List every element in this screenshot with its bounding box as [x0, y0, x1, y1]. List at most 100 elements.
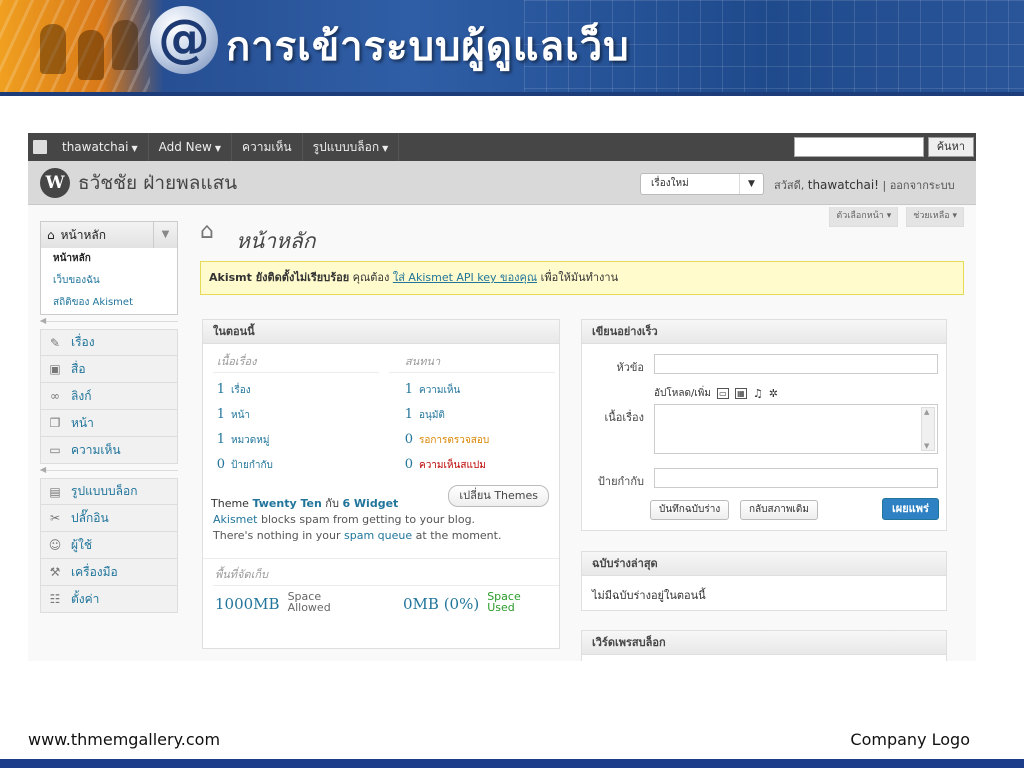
search-button[interactable]: ค้นหา	[927, 137, 974, 157]
stat-pending[interactable]: 0 รอการตรวจสอบ	[395, 432, 490, 448]
menu-separator: ◀	[40, 315, 178, 329]
main-content: ⌂ หน้าหลัก ตัวเลือกหน้า ▾ ช่วยเหลือ ▾ Ak…	[200, 207, 964, 661]
stat-categories[interactable]: 1 หมวดหมู่	[207, 432, 270, 448]
admin-search: ค้นหา	[793, 137, 976, 157]
logout-link[interactable]: | ออกจากระบบ	[883, 179, 955, 192]
right-now-box: ในตอนนี้ เนื้อเรื่อง สนทนา 1 เรื่อง 1 หน้า…	[202, 319, 560, 649]
sidebar-item-pages[interactable]: ❐ หน้า	[40, 410, 178, 437]
chevron-down-icon: ▼	[739, 174, 763, 194]
admin-sidebar: ⌂ หน้าหลัก ▼ หน้าหลัก เว็บของฉัน สถิติขอ…	[40, 221, 178, 613]
sidebar-item-tools[interactable]: ⚒ เครื่องมือ	[40, 559, 178, 586]
sidebar-item-posts[interactable]: ✎ เรื่อง	[40, 329, 178, 356]
people-graphic	[40, 24, 66, 74]
submenu-item-my-sites[interactable]: เว็บของฉัน	[41, 270, 177, 292]
site-name[interactable]: ธวัชชัย ฝ่ายพลแสน	[78, 168, 237, 198]
admin-bar: thawatchai ▼ Add New ▼ ความเห็น รูปแบบบล็อ…	[28, 133, 976, 161]
theme-info: Theme Twenty Ten กับ 6 Widget	[211, 497, 399, 510]
theme-link[interactable]: Twenty Ten	[252, 497, 321, 510]
at-sign-icon: @	[150, 6, 218, 74]
stat-approved[interactable]: 1 อนุมัติ	[395, 407, 445, 423]
submenu-item-akismet-stats[interactable]: สถิติของ Akismet	[41, 292, 177, 314]
plugins-icon: ✂	[49, 511, 61, 525]
upload-insert: อัปโหลด/เพิ่ม ▭ ▦ ♫ ✲	[654, 387, 779, 400]
sidebar-item-appearance[interactable]: ▤ รูปแบบบล็อก	[40, 478, 178, 505]
page-header: ⌂ หน้าหลัก ตัวเลือกหน้า ▾ ช่วยเหลือ ▾	[200, 207, 964, 253]
sidebar-group-admin: ▤ รูปแบบบล็อก ✂ ปลั๊กอิน ☺ ผู้ใช้ ⚒ เครื่องม…	[40, 478, 178, 613]
publish-button[interactable]: เผยแพร่	[882, 498, 939, 520]
username-link[interactable]: thawatchai!	[808, 178, 879, 192]
stat-spam[interactable]: 0 ความเห็นสแปม	[395, 457, 486, 473]
screen-options-tab[interactable]: ตัวเลือกหน้า ▾	[829, 207, 899, 227]
image-icon[interactable]: ▭	[716, 388, 729, 399]
scrollbar[interactable]	[921, 407, 935, 451]
greeting: สวัสดี, thawatchai! | ออกจากระบบ	[774, 178, 955, 192]
drafts-empty-text: ไม่มีฉบับร่างอยู่ในตอนนี้	[592, 589, 706, 602]
content-column-header: เนื้อเรื่อง	[217, 355, 257, 368]
sidebar-item-media[interactable]: ▣ สื่อ	[40, 356, 178, 383]
music-icon[interactable]: ♫	[753, 387, 763, 400]
new-content-select[interactable]: เรื่องใหม่ ▼	[640, 173, 764, 195]
sidebar-item-plugins[interactable]: ✂ ปลั๊กอิน	[40, 505, 178, 532]
widgets-link[interactable]: 6 Widget	[342, 497, 398, 510]
space-used: 0MB (0%) Space Used	[403, 590, 521, 614]
dashboard-submenu: หน้าหลัก เว็บของฉัน สถิติของ Akismet	[41, 248, 177, 314]
sidebar-item-dashboard[interactable]: ⌂ หน้าหลัก ▼	[41, 222, 177, 248]
home-icon: ⌂	[47, 228, 55, 242]
media-gear-icon[interactable]: ✲	[769, 387, 778, 400]
stat-tags[interactable]: 0 ป้ายกำกับ	[207, 457, 273, 473]
search-input[interactable]	[793, 137, 924, 157]
people-graphic	[112, 20, 138, 70]
quick-press-heading[interactable]: เขียนอย่างเร็ว	[582, 320, 946, 344]
footer-bar	[0, 759, 1024, 768]
title-label: หัวข้อ	[616, 361, 644, 374]
dashboard-menu: ⌂ หน้าหลัก ▼ หน้าหลัก เว็บของฉัน สถิติขอ…	[40, 221, 178, 315]
video-icon[interactable]: ▦	[734, 388, 747, 399]
spam-queue-link[interactable]: spam queue	[344, 529, 412, 542]
help-tab[interactable]: ช่วยเหลือ ▾	[906, 207, 964, 227]
submenu-item-home[interactable]: หน้าหลัก	[41, 248, 177, 270]
storage-section: พื้นที่จัดเก็บ 1000MB Space Allowed 0MB (…	[203, 558, 559, 613]
user-menu[interactable]: thawatchai ▼	[52, 133, 149, 161]
quick-press-box: เขียนอย่างเร็ว หัวข้อ อัปโหลด/เพิ่ม ▭ ▦ …	[581, 319, 947, 531]
save-draft-button[interactable]: บันทึกฉบับร่าง	[650, 500, 730, 520]
media-icon: ▣	[49, 362, 61, 376]
discussion-column-header: สนทนา	[405, 355, 441, 368]
title-input[interactable]	[654, 354, 938, 374]
recent-drafts-box: ฉบับร่างล่าสุด ไม่มีฉบับร่างอยู่ในตอนนี้	[581, 551, 947, 611]
page-title: หน้าหลัก	[236, 229, 316, 253]
stat-pages[interactable]: 1 หน้า	[207, 407, 250, 423]
link-icon: ∞	[50, 389, 60, 403]
wordpress-logo-icon: W	[40, 167, 70, 198]
avatar[interactable]	[28, 133, 52, 161]
tags-label: ป้ายกำกับ	[597, 475, 644, 488]
appearance-icon: ▤	[49, 484, 61, 499]
pin-icon: ✎	[49, 335, 61, 350]
wordpress-blog-heading[interactable]: เวิร์ดเพรสบล็อก	[582, 631, 946, 655]
stat-posts[interactable]: 1 เรื่อง	[207, 382, 251, 398]
add-new-menu[interactable]: Add New ▼	[149, 133, 232, 161]
footer-url: www.thmemgallery.com	[28, 730, 221, 749]
recent-drafts-heading[interactable]: ฉบับร่างล่าสุด	[582, 552, 946, 576]
reset-button[interactable]: กลับสภาพเดิม	[740, 500, 818, 520]
slide-banner: @ การเข้าระบบผู้ดูแลเว็บ	[0, 0, 1024, 92]
settings-icon: ☷	[49, 592, 61, 606]
sidebar-item-settings[interactable]: ☷ ตั้งค่า	[40, 586, 178, 613]
stat-comments[interactable]: 1 ความเห็น	[395, 382, 461, 398]
footer-logo: Company Logo	[850, 730, 970, 749]
sidebar-item-links[interactable]: ∞ ลิงก์	[40, 383, 178, 410]
sidebar-item-comments[interactable]: ▭ ความเห็น	[40, 437, 178, 464]
appearance-menu[interactable]: รูปแบบบล็อก ▼	[303, 133, 400, 161]
comments-menu[interactable]: ความเห็น	[232, 133, 303, 161]
content-label: เนื้อเรื่อง	[604, 411, 644, 424]
tags-input[interactable]	[654, 468, 938, 488]
chevron-down-icon[interactable]: ▼	[153, 222, 177, 248]
menu-separator: ◀	[40, 464, 178, 478]
change-theme-button[interactable]: เปลี่ยน Themes	[448, 485, 549, 507]
comments-icon: ▭	[49, 443, 61, 457]
slide-title: การเข้าระบบผู้ดูแลเว็บ	[226, 24, 630, 70]
home-icon: ⌂	[200, 219, 214, 244]
akismet-key-link[interactable]: ใส่ Akismet API key ของคุณ	[393, 271, 537, 284]
sidebar-item-users[interactable]: ☺ ผู้ใช้	[40, 532, 178, 559]
content-textarea[interactable]	[654, 404, 938, 454]
right-now-heading[interactable]: ในตอนนี้	[203, 320, 559, 344]
